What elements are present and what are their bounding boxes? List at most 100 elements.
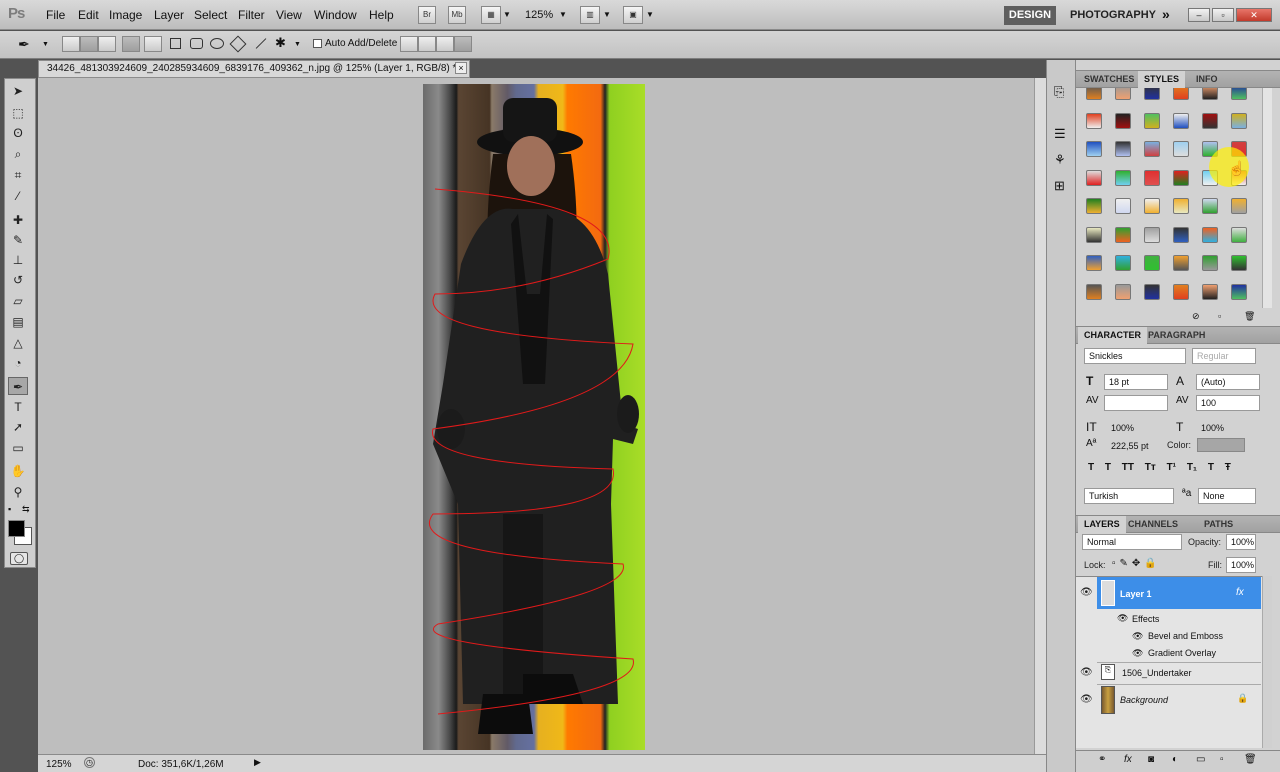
mini-bridge-button[interactable]: Mb — [448, 6, 466, 24]
rectangle-shape-tool-icon[interactable]: ▭ — [8, 439, 28, 457]
pen-tool-button[interactable] — [122, 36, 140, 52]
brush-tool-icon[interactable]: ✎ — [8, 231, 28, 249]
language-select[interactable]: Turkish — [1084, 488, 1174, 504]
view-extras-button[interactable]: ▦ — [481, 6, 501, 24]
layer-name[interactable]: Layer 1 — [1120, 589, 1152, 599]
status-arrow-icon[interactable]: ▶ — [254, 757, 261, 768]
tab-channels[interactable]: CHANNELS — [1122, 516, 1184, 533]
fill-pixels-button[interactable] — [98, 36, 116, 52]
type-style-buttons[interactable]: T T TT Tт T¹ T₁ T Ŧ — [1088, 462, 1258, 478]
menu-image[interactable]: Image — [109, 8, 142, 22]
style-preset-swatch[interactable] — [1202, 198, 1218, 214]
leading-field[interactable]: (Auto) — [1196, 374, 1260, 390]
masks-panel-icon[interactable]: ⚘ — [1054, 152, 1066, 168]
screen-mode-button[interactable]: ▣ — [623, 6, 643, 24]
style-preset-swatch[interactable] — [1086, 141, 1102, 157]
style-preset-swatch[interactable] — [1202, 112, 1218, 129]
text-color-swatch[interactable] — [1197, 438, 1245, 452]
swap-colors-icon[interactable]: ⇆ — [22, 504, 30, 515]
font-size-field[interactable]: 18 pt — [1104, 374, 1168, 390]
menu-file[interactable]: File — [46, 8, 65, 22]
style-preset-swatch[interactable] — [1086, 283, 1102, 300]
style-preset-swatch[interactable] — [1086, 169, 1102, 186]
baseline-shift-field[interactable]: 222,55 pt — [1106, 438, 1156, 454]
type-tool-icon[interactable]: T — [8, 398, 28, 416]
style-preset-swatch[interactable] — [1202, 283, 1218, 300]
delete-style-icon[interactable]: 🗑 — [1244, 311, 1255, 322]
history-brush-icon[interactable]: ↺ — [8, 271, 28, 289]
tab-swatches[interactable]: SWATCHES — [1078, 71, 1140, 88]
tab-paragraph[interactable]: PARAGRAPH — [1142, 327, 1211, 344]
tab-character[interactable]: CHARACTER — [1078, 327, 1147, 344]
style-preset-swatch[interactable] — [1144, 169, 1160, 186]
style-preset-swatch[interactable] — [1144, 226, 1160, 243]
new-layer-icon[interactable]: ▫ — [1220, 754, 1224, 765]
fill-field[interactable]: 100% — [1226, 557, 1256, 573]
freeform-pen-button[interactable] — [144, 36, 162, 52]
foreground-color-swatch[interactable] — [8, 520, 25, 537]
tab-styles[interactable]: STYLES — [1138, 71, 1186, 88]
gradient-tool-icon[interactable]: ▤ — [8, 313, 28, 331]
dodge-tool-icon[interactable]: ◔ — [8, 354, 28, 372]
new-style-icon[interactable]: ▫ — [1218, 311, 1221, 321]
antialias-select[interactable]: None — [1198, 488, 1256, 504]
close-document-button[interactable]: × — [455, 62, 467, 74]
menu-window[interactable]: Window — [314, 8, 357, 22]
lasso-tool-icon[interactable]: ʘ — [8, 124, 28, 142]
eraser-tool-icon[interactable]: ▱ — [8, 292, 28, 310]
style-preset-swatch[interactable] — [1115, 169, 1131, 186]
chevron-down-icon[interactable]: ▼ — [503, 10, 511, 19]
style-preset-swatch[interactable] — [1173, 198, 1189, 214]
style-preset-swatch[interactable] — [1173, 283, 1189, 300]
ellipse-tool-icon[interactable] — [210, 38, 224, 49]
menu-filter[interactable]: Filter — [238, 8, 265, 22]
horizontal-scale-field[interactable]: 100% — [1196, 420, 1246, 436]
hand-tool-icon[interactable]: ✋ — [8, 462, 28, 480]
visibility-eye-icon[interactable]: 👁 — [1080, 694, 1093, 705]
minimize-button[interactable]: – — [1188, 8, 1210, 22]
menu-view[interactable]: View — [276, 8, 302, 22]
delete-layer-icon[interactable]: 🗑 — [1244, 754, 1257, 765]
adjustment-layer-icon[interactable]: ◐ — [1172, 754, 1178, 765]
style-preset-swatch[interactable] — [1231, 226, 1247, 243]
opacity-field[interactable]: 100% — [1226, 534, 1256, 550]
vertical-scale-field[interactable]: 100% — [1106, 420, 1156, 436]
tab-info[interactable]: INFO — [1190, 71, 1224, 88]
style-preset-swatch[interactable] — [1173, 169, 1189, 186]
custom-shape-icon[interactable]: ✱ — [275, 35, 286, 51]
visibility-eye-icon[interactable]: 👁 — [1080, 667, 1093, 678]
pen-tool-icon[interactable]: ✒ — [8, 377, 28, 395]
style-preset-swatch[interactable] — [1115, 283, 1131, 300]
style-preset-swatch[interactable] — [1144, 88, 1160, 100]
lock-icons[interactable]: ▫✎✥🔒 — [1112, 558, 1161, 569]
status-zoom[interactable]: 125% — [46, 759, 72, 770]
path-combine-intersect-button[interactable] — [436, 36, 454, 52]
arrange-documents-button[interactable]: ▥ — [580, 6, 600, 24]
style-preset-swatch[interactable] — [1231, 112, 1247, 129]
layer-name[interactable]: 1506_Undertaker — [1122, 668, 1192, 678]
marquee-tool-icon[interactable]: ⬚ — [8, 104, 28, 122]
layers-scrollbar[interactable] — [1262, 576, 1272, 748]
more-workspaces-icon[interactable]: » — [1162, 6, 1170, 22]
style-preset-swatch[interactable] — [1144, 283, 1160, 300]
maximize-button[interactable]: ▫ — [1212, 8, 1234, 22]
crop-tool-icon[interactable]: ⌗ — [8, 166, 28, 184]
clear-style-icon[interactable]: ⊘ — [1192, 311, 1200, 322]
history-panel-icon[interactable]: ⎘ — [1054, 84, 1064, 100]
status-info-icon[interactable]: ◷ — [84, 757, 95, 768]
style-preset-swatch[interactable] — [1173, 226, 1189, 243]
move-tool-icon[interactable]: ➤ — [8, 82, 28, 100]
healing-brush-icon[interactable]: ✚ — [8, 211, 28, 229]
tracking-field[interactable]: 100 — [1196, 395, 1260, 411]
auto-add-delete-checkbox[interactable] — [313, 39, 322, 48]
style-preset-swatch[interactable] — [1202, 255, 1218, 271]
style-preset-swatch[interactable] — [1144, 112, 1160, 129]
path-combine-add-button[interactable] — [400, 36, 418, 52]
menu-layer[interactable]: Layer — [154, 8, 184, 22]
quick-selection-icon[interactable]: ⌕ — [8, 145, 28, 163]
style-preset-swatch[interactable] — [1086, 88, 1102, 100]
styles-scrollbar[interactable] — [1262, 88, 1272, 308]
rectangle-tool-icon[interactable] — [170, 38, 181, 49]
adjustments-panel-icon[interactable]: ☰ — [1054, 126, 1066, 142]
path-selection-icon[interactable]: ➚ — [8, 418, 28, 436]
